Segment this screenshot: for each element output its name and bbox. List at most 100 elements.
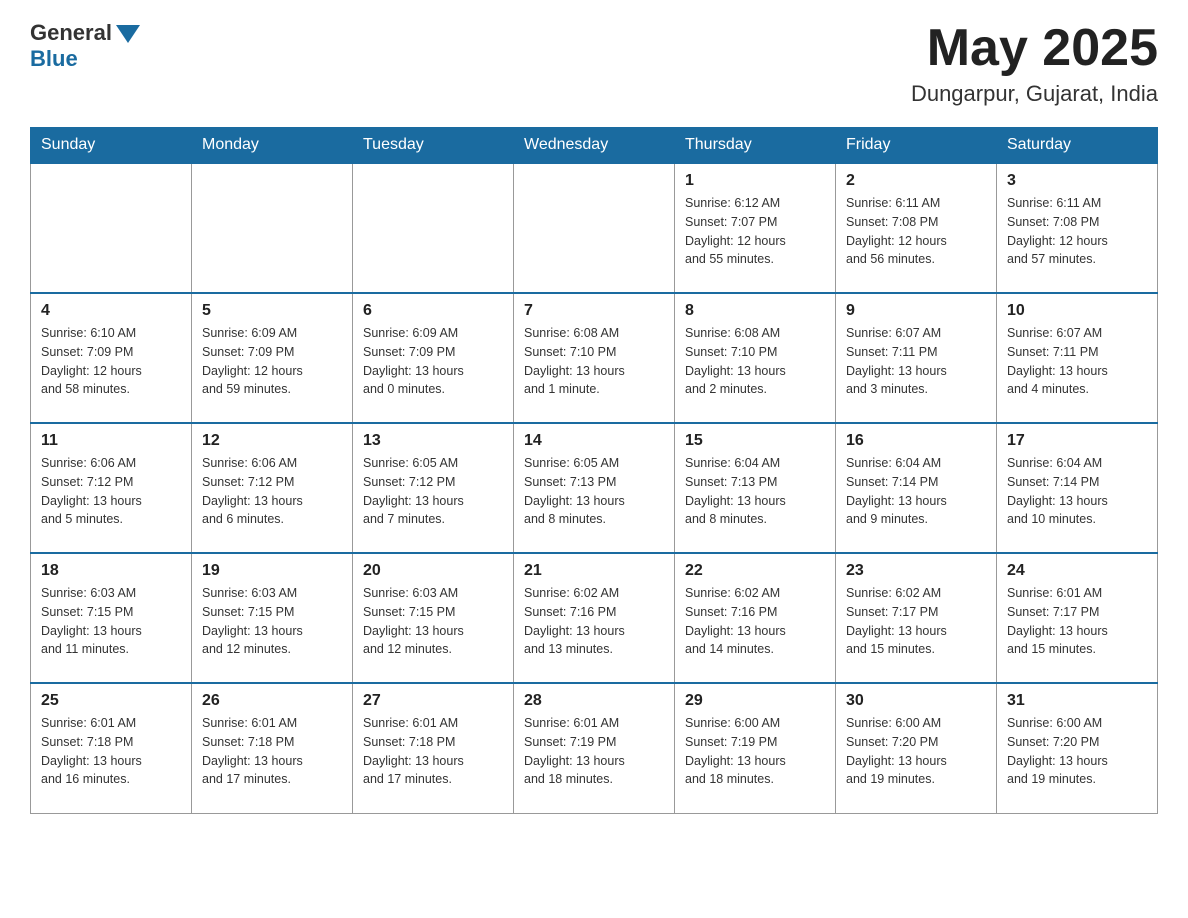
calendar-cell: 22 Sunrise: 6:02 AM Sunset: 7:16 PM Dayli… (675, 553, 836, 683)
day-number: 25 (41, 692, 181, 710)
calendar-cell (31, 163, 192, 293)
day-info: Sunrise: 6:03 AM Sunset: 7:15 PM Dayligh… (363, 584, 503, 659)
day-info: Sunrise: 6:03 AM Sunset: 7:15 PM Dayligh… (202, 584, 342, 659)
calendar-cell: 5 Sunrise: 6:09 AM Sunset: 7:09 PM Daylig… (192, 293, 353, 423)
calendar-cell: 9 Sunrise: 6:07 AM Sunset: 7:11 PM Daylig… (836, 293, 997, 423)
day-number: 10 (1007, 302, 1147, 320)
day-info: Sunrise: 6:00 AM Sunset: 7:20 PM Dayligh… (1007, 714, 1147, 789)
day-info: Sunrise: 6:09 AM Sunset: 7:09 PM Dayligh… (202, 324, 342, 399)
week-row: 1 Sunrise: 6:12 AM Sunset: 7:07 PM Daylig… (31, 163, 1158, 293)
calendar-header-row: SundayMondayTuesdayWednesdayThursdayFrid… (31, 128, 1158, 164)
day-info: Sunrise: 6:05 AM Sunset: 7:12 PM Dayligh… (363, 454, 503, 529)
calendar-cell: 13 Sunrise: 6:05 AM Sunset: 7:12 PM Dayli… (353, 423, 514, 553)
day-number: 30 (846, 692, 986, 710)
day-number: 9 (846, 302, 986, 320)
calendar-cell: 30 Sunrise: 6:00 AM Sunset: 7:20 PM Dayli… (836, 683, 997, 813)
week-row: 25 Sunrise: 6:01 AM Sunset: 7:18 PM Dayli… (31, 683, 1158, 813)
calendar-cell: 11 Sunrise: 6:06 AM Sunset: 7:12 PM Dayli… (31, 423, 192, 553)
day-of-week-header: Wednesday (514, 128, 675, 164)
day-info: Sunrise: 6:12 AM Sunset: 7:07 PM Dayligh… (685, 194, 825, 269)
calendar-cell: 23Sunrise: 6:02 AM Sunset: 7:17 PM Dayli… (836, 553, 997, 683)
day-info: Sunrise: 6:00 AM Sunset: 7:20 PM Dayligh… (846, 714, 986, 789)
day-info: Sunrise: 6:01 AM Sunset: 7:18 PM Dayligh… (363, 714, 503, 789)
calendar-cell: 14Sunrise: 6:05 AM Sunset: 7:13 PM Dayli… (514, 423, 675, 553)
calendar-cell: 17 Sunrise: 6:04 AM Sunset: 7:14 PM Dayli… (997, 423, 1158, 553)
calendar-cell: 15 Sunrise: 6:04 AM Sunset: 7:13 PM Dayli… (675, 423, 836, 553)
month-title: May 2025 (911, 20, 1158, 77)
day-info: Sunrise: 6:04 AM Sunset: 7:14 PM Dayligh… (846, 454, 986, 529)
day-info: Sunrise: 6:04 AM Sunset: 7:13 PM Dayligh… (685, 454, 825, 529)
day-number: 1 (685, 172, 825, 190)
calendar-cell: 20 Sunrise: 6:03 AM Sunset: 7:15 PM Dayli… (353, 553, 514, 683)
calendar-cell: 18Sunrise: 6:03 AM Sunset: 7:15 PM Dayli… (31, 553, 192, 683)
day-of-week-header: Friday (836, 128, 997, 164)
day-info: Sunrise: 6:00 AM Sunset: 7:19 PM Dayligh… (685, 714, 825, 789)
location-title: Dungarpur, Gujarat, India (911, 81, 1158, 107)
calendar-cell: 24Sunrise: 6:01 AM Sunset: 7:17 PM Dayli… (997, 553, 1158, 683)
day-number: 22 (685, 562, 825, 580)
day-number: 15 (685, 432, 825, 450)
calendar-cell: 28 Sunrise: 6:01 AM Sunset: 7:19 PM Dayli… (514, 683, 675, 813)
day-info: Sunrise: 6:09 AM Sunset: 7:09 PM Dayligh… (363, 324, 503, 399)
day-number: 14 (524, 432, 664, 450)
day-number: 12 (202, 432, 342, 450)
calendar-cell: 6 Sunrise: 6:09 AM Sunset: 7:09 PM Daylig… (353, 293, 514, 423)
title-block: May 2025 Dungarpur, Gujarat, India (911, 20, 1158, 107)
day-number: 16 (846, 432, 986, 450)
calendar-cell: 29Sunrise: 6:00 AM Sunset: 7:19 PM Dayli… (675, 683, 836, 813)
day-info: Sunrise: 6:01 AM Sunset: 7:18 PM Dayligh… (41, 714, 181, 789)
day-of-week-header: Sunday (31, 128, 192, 164)
day-info: Sunrise: 6:04 AM Sunset: 7:14 PM Dayligh… (1007, 454, 1147, 529)
calendar-cell (514, 163, 675, 293)
logo-arrow-icon (116, 25, 140, 43)
day-of-week-header: Saturday (997, 128, 1158, 164)
day-number: 28 (524, 692, 664, 710)
day-number: 4 (41, 302, 181, 320)
day-info: Sunrise: 6:01 AM Sunset: 7:19 PM Dayligh… (524, 714, 664, 789)
day-number: 11 (41, 432, 181, 450)
day-info: Sunrise: 6:10 AM Sunset: 7:09 PM Dayligh… (41, 324, 181, 399)
page-header: General Blue May 2025 Dungarpur, Gujarat… (30, 20, 1158, 107)
day-info: Sunrise: 6:06 AM Sunset: 7:12 PM Dayligh… (41, 454, 181, 529)
calendar-cell: 2Sunrise: 6:11 AM Sunset: 7:08 PM Daylig… (836, 163, 997, 293)
day-info: Sunrise: 6:01 AM Sunset: 7:17 PM Dayligh… (1007, 584, 1147, 659)
calendar-cell: 21 Sunrise: 6:02 AM Sunset: 7:16 PM Dayli… (514, 553, 675, 683)
day-of-week-header: Tuesday (353, 128, 514, 164)
calendar-cell: 12Sunrise: 6:06 AM Sunset: 7:12 PM Dayli… (192, 423, 353, 553)
calendar-cell (192, 163, 353, 293)
day-number: 6 (363, 302, 503, 320)
day-number: 13 (363, 432, 503, 450)
day-number: 8 (685, 302, 825, 320)
day-info: Sunrise: 6:07 AM Sunset: 7:11 PM Dayligh… (846, 324, 986, 399)
calendar-cell: 19 Sunrise: 6:03 AM Sunset: 7:15 PM Dayli… (192, 553, 353, 683)
day-info: Sunrise: 6:02 AM Sunset: 7:16 PM Dayligh… (685, 584, 825, 659)
day-of-week-header: Monday (192, 128, 353, 164)
day-info: Sunrise: 6:08 AM Sunset: 7:10 PM Dayligh… (685, 324, 825, 399)
day-info: Sunrise: 6:07 AM Sunset: 7:11 PM Dayligh… (1007, 324, 1147, 399)
day-number: 21 (524, 562, 664, 580)
day-info: Sunrise: 6:02 AM Sunset: 7:16 PM Dayligh… (524, 584, 664, 659)
calendar-cell: 10 Sunrise: 6:07 AM Sunset: 7:11 PM Dayli… (997, 293, 1158, 423)
day-number: 27 (363, 692, 503, 710)
week-row: 4 Sunrise: 6:10 AM Sunset: 7:09 PM Daylig… (31, 293, 1158, 423)
day-number: 19 (202, 562, 342, 580)
day-info: Sunrise: 6:08 AM Sunset: 7:10 PM Dayligh… (524, 324, 664, 399)
week-row: 18Sunrise: 6:03 AM Sunset: 7:15 PM Dayli… (31, 553, 1158, 683)
day-number: 5 (202, 302, 342, 320)
day-number: 3 (1007, 172, 1147, 190)
logo-text: General (30, 20, 112, 46)
calendar-cell (353, 163, 514, 293)
logo-blue-text: Blue (30, 46, 78, 72)
day-number: 17 (1007, 432, 1147, 450)
logo: General Blue (30, 20, 140, 72)
day-info: Sunrise: 6:02 AM Sunset: 7:17 PM Dayligh… (846, 584, 986, 659)
calendar-cell: 7 Sunrise: 6:08 AM Sunset: 7:10 PM Daylig… (514, 293, 675, 423)
calendar-cell: 4 Sunrise: 6:10 AM Sunset: 7:09 PM Daylig… (31, 293, 192, 423)
day-number: 20 (363, 562, 503, 580)
day-number: 2 (846, 172, 986, 190)
day-info: Sunrise: 6:03 AM Sunset: 7:15 PM Dayligh… (41, 584, 181, 659)
day-of-week-header: Thursday (675, 128, 836, 164)
day-number: 31 (1007, 692, 1147, 710)
calendar-cell: 26Sunrise: 6:01 AM Sunset: 7:18 PM Dayli… (192, 683, 353, 813)
day-number: 7 (524, 302, 664, 320)
